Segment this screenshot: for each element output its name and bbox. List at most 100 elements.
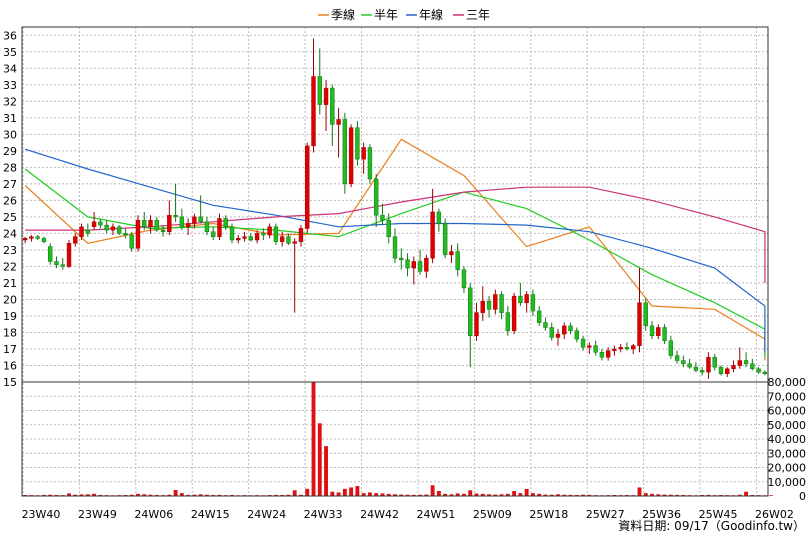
volume-bar	[430, 485, 435, 496]
candle-body	[192, 216, 197, 224]
volume-bar	[436, 491, 441, 496]
price-tick-label: 23	[3, 244, 17, 257]
candle-body	[29, 236, 34, 239]
volume-tick-label: 0	[799, 490, 806, 503]
legend-label-1: 半年	[374, 8, 398, 22]
candle-body	[449, 251, 454, 256]
price-tick-label: 21	[3, 277, 17, 290]
candle-body	[612, 348, 617, 351]
candle-body	[605, 350, 611, 358]
candle-body	[543, 322, 548, 328]
price-tick-label: 34	[3, 62, 17, 75]
candle-body	[762, 371, 768, 374]
candle-body	[204, 221, 210, 232]
volume-bar	[330, 491, 335, 496]
legend-label-0: 季線	[331, 7, 355, 22]
price-tick-label: 30	[3, 128, 17, 141]
candle-body	[54, 261, 59, 266]
candle-body	[79, 226, 84, 237]
candle-body	[618, 347, 623, 350]
candle-body	[486, 300, 492, 310]
candle-body	[386, 219, 391, 237]
price-tick-label: 31	[3, 112, 17, 125]
volume-bar	[311, 382, 316, 496]
candle-body	[536, 310, 542, 323]
candle-body	[35, 236, 40, 239]
candle-body	[743, 360, 749, 365]
candle-body	[643, 302, 648, 327]
candle-body	[468, 287, 473, 337]
candle-body	[198, 216, 203, 223]
candles	[22, 38, 768, 379]
candle-body	[681, 360, 686, 365]
candle-body	[135, 219, 141, 249]
x-tick-label: 25W18	[529, 508, 568, 521]
price-tick-label: 27	[3, 178, 17, 191]
volume-tick-label: 80,000	[768, 376, 807, 389]
volume-bar	[305, 488, 310, 496]
candle-body	[687, 363, 692, 368]
candle-body	[718, 366, 724, 374]
volume-bar	[173, 490, 178, 496]
price-tick-label: 16	[3, 359, 17, 372]
candle-body	[129, 234, 134, 249]
candle-body	[624, 347, 630, 350]
x-tick-label: 24W24	[247, 508, 286, 521]
candle-body	[317, 76, 322, 105]
candle-body	[750, 363, 755, 370]
candle-body	[530, 294, 536, 312]
footer-date: 資料日期: 09/17（Goodinfo.tw）	[618, 519, 805, 533]
volume-bar	[744, 491, 749, 496]
candlestick-volume-chart: 季線 半年 年線 三年 15 16 17 18 19 20 21 22 23 24 25 26 27 28…	[3, 7, 807, 533]
volume-tick-label: 40,000	[768, 433, 807, 446]
volume-bar	[524, 488, 529, 496]
x-tick-label: 23W40	[22, 508, 61, 521]
candle-body	[480, 300, 485, 313]
candle-body	[731, 365, 736, 370]
price-tick-label: 36	[3, 29, 17, 42]
candle-body	[511, 295, 517, 332]
candle-body	[167, 214, 172, 232]
candle-body	[367, 147, 373, 180]
price-tick-label: 35	[3, 46, 17, 59]
candle-body	[668, 340, 674, 356]
volume-tick-label: 70,000	[768, 390, 807, 403]
candle-body	[499, 294, 504, 313]
candle-body	[756, 368, 761, 373]
x-tick-label: 24W06	[134, 508, 173, 521]
candle-body	[674, 355, 680, 361]
volume-bar	[637, 487, 642, 496]
candle-body	[160, 229, 166, 232]
candle-body	[248, 236, 254, 241]
x-tick-label: 24W15	[191, 508, 230, 521]
price-tick-label: 28	[3, 161, 17, 174]
volume-tick-label: 60,000	[768, 405, 807, 418]
candle-body	[123, 233, 128, 236]
price-tick-label: 32	[3, 95, 17, 108]
candle-body	[599, 352, 605, 358]
price-tick-label: 25	[3, 211, 17, 224]
candle-body	[524, 294, 529, 303]
candle-body	[85, 229, 91, 234]
candle-body	[73, 236, 78, 244]
volume-bar	[512, 491, 517, 496]
candle-body	[574, 330, 579, 340]
volume-tick-label: 20,000	[768, 462, 807, 475]
candle-body	[373, 178, 379, 216]
candle-body	[656, 327, 661, 337]
candle-body	[179, 216, 185, 228]
price-tick-label: 33	[3, 79, 17, 92]
volume-bar	[317, 423, 322, 496]
volume-bar	[367, 492, 372, 496]
volume-bar	[324, 446, 328, 496]
candle-body	[474, 312, 479, 337]
volume-grid	[22, 381, 768, 497]
volume-bar	[769, 495, 774, 496]
candle-body	[305, 145, 310, 229]
candle-body	[706, 356, 711, 373]
candle-body	[461, 269, 467, 289]
price-tick-label: 24	[3, 227, 17, 240]
candle-body	[493, 294, 498, 310]
candle-body	[637, 302, 642, 346]
candle-body	[292, 241, 297, 244]
